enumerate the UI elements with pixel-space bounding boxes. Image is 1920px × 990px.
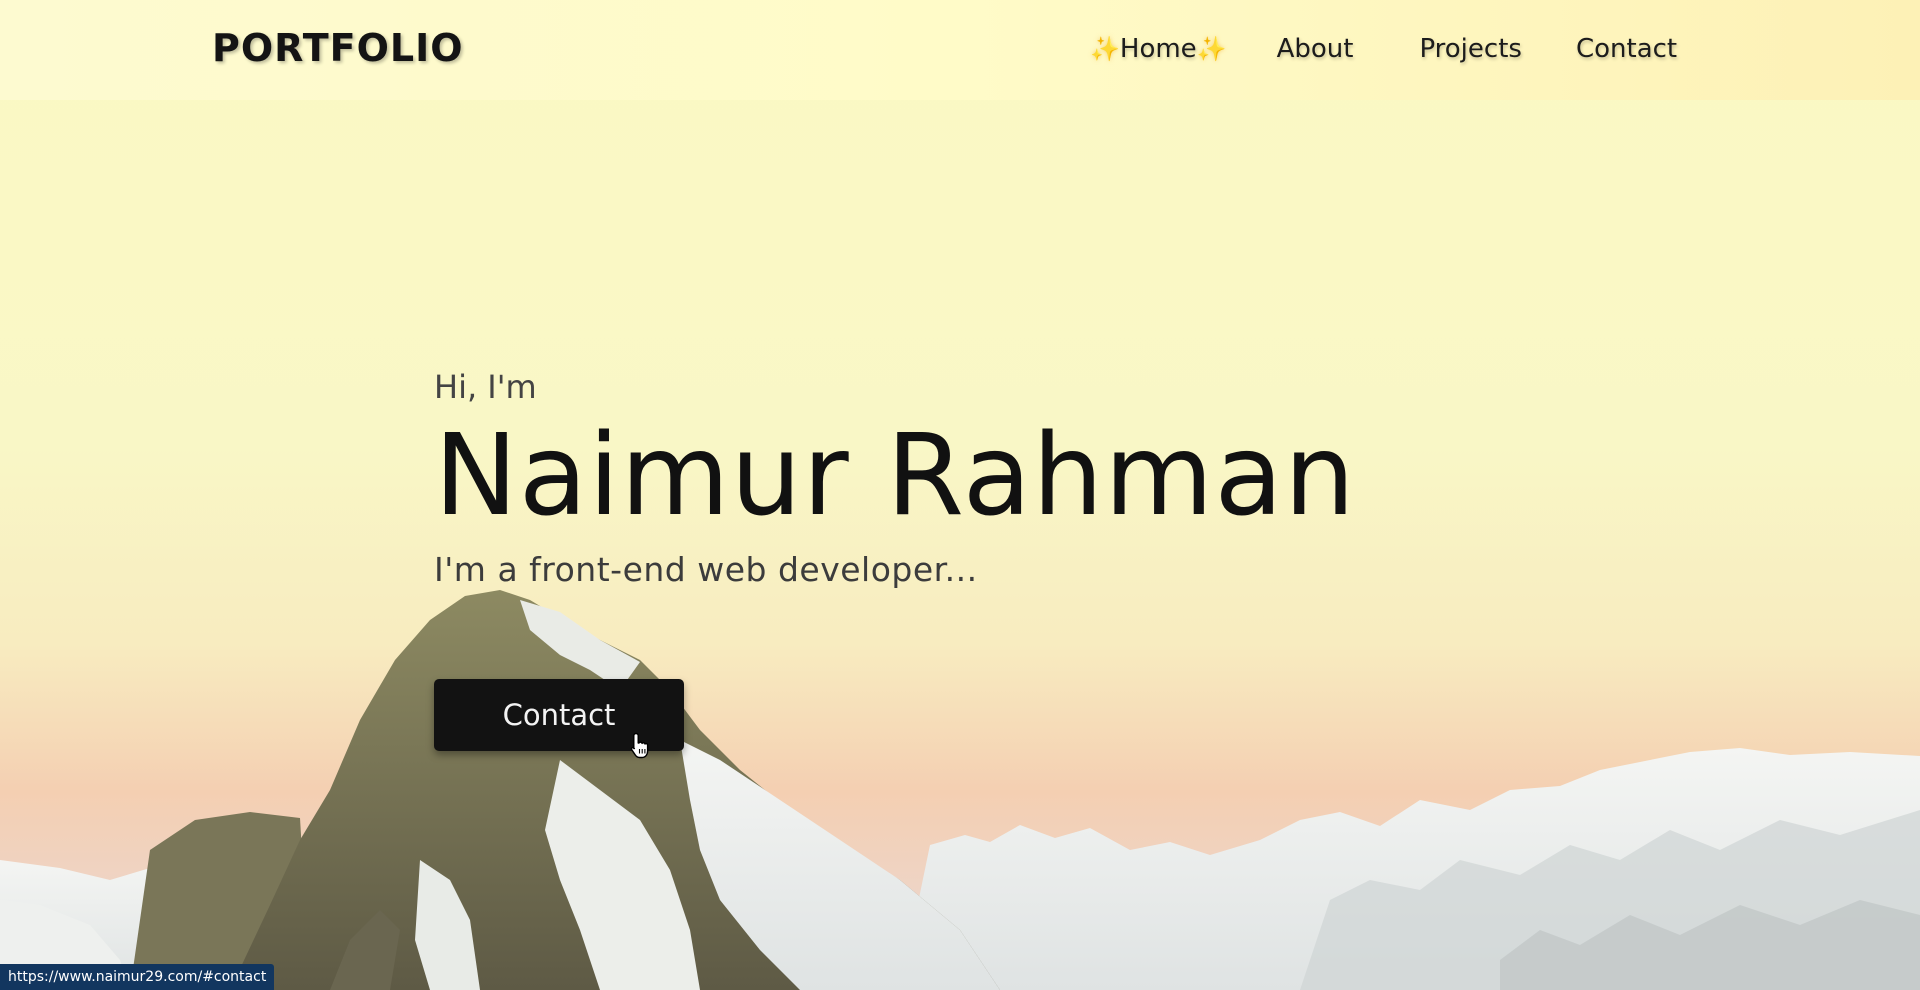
hand-pointer-icon	[630, 732, 649, 759]
sparkles-icon: ✨	[1090, 35, 1120, 63]
sparkles-icon: ✨	[1196, 35, 1227, 63]
hero-name: Naimur Rahman	[434, 411, 1356, 541]
nav-about-link[interactable]: About	[1277, 34, 1354, 64]
status-bar-url: https://www.naimur29.com/#contact	[0, 964, 275, 990]
hero-greeting: Hi, I'm	[434, 368, 537, 406]
nav-contact-link[interactable]: Contact	[1576, 34, 1677, 64]
nav-home-link[interactable]: ✨ Home ✨	[1090, 34, 1227, 64]
main-nav: ✨ Home ✨ About Projects Contact	[1090, 34, 1677, 64]
top-navbar: PORTFOLIO ✨ Home ✨ About Projects Contac…	[0, 0, 1920, 100]
nav-home-label: Home	[1119, 34, 1197, 64]
hero-role: I'm a front-end web developer...	[434, 549, 978, 589]
nav-projects-link[interactable]: Projects	[1419, 34, 1522, 64]
hero-section: Hi, I'm Naimur Rahman I'm a front-end we…	[434, 368, 1356, 589]
portfolio-logo[interactable]: PORTFOLIO	[212, 26, 464, 70]
